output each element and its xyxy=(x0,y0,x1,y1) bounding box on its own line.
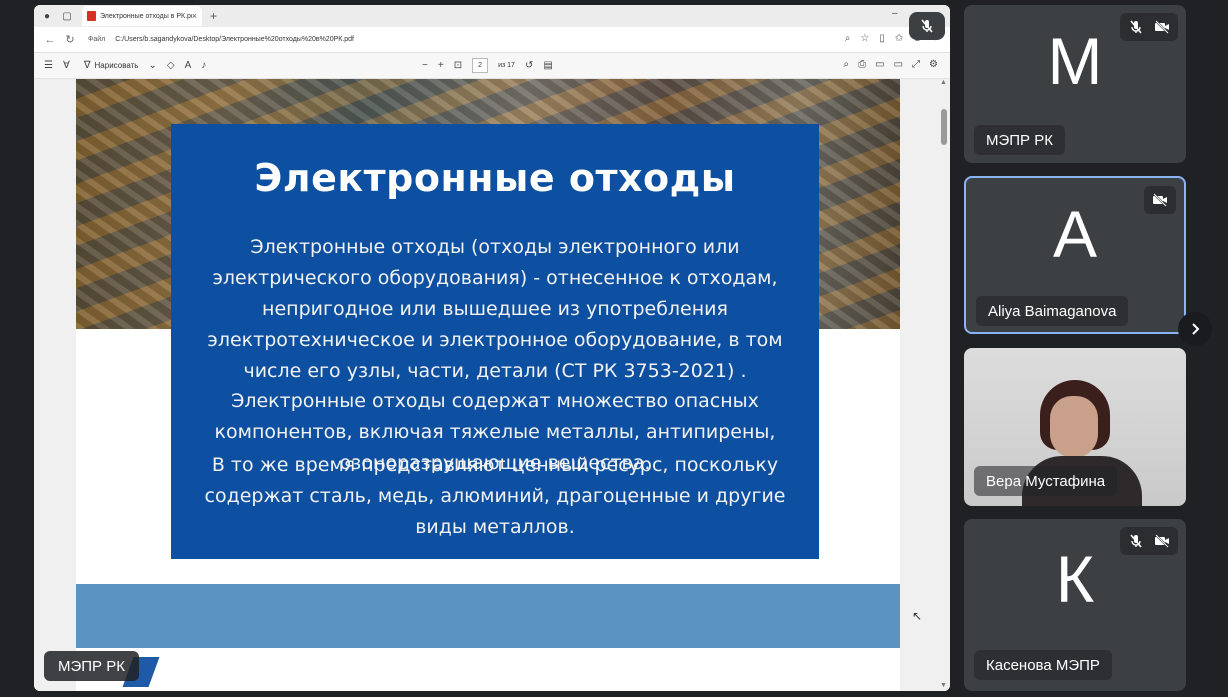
browser-tab[interactable]: Электронные отходы в РК.pdf × xyxy=(82,6,202,26)
browser-titlebar: ● ▢ Электронные отходы в РК.pdf × + – xyxy=(34,5,950,27)
slide-bottom-band xyxy=(76,584,900,648)
pdf-scrollbar[interactable]: ▲ ▼ xyxy=(938,79,950,691)
participant-name: Aliya Baimaganova xyxy=(976,296,1129,326)
page-number-input[interactable]: 2 xyxy=(472,58,489,73)
draw-label[interactable]: Нарисовать xyxy=(95,61,139,70)
erase-icon[interactable]: ◇ xyxy=(167,60,175,71)
slide-title: Электронные отходы xyxy=(254,156,736,200)
search-icon[interactable]: ⌕ xyxy=(844,59,850,70)
text-icon[interactable]: A xyxy=(185,60,192,71)
participant-name: Вера Мустафина xyxy=(974,466,1118,496)
presenter-name-label: МЭПР РК xyxy=(44,651,139,681)
back-icon[interactable]: ← xyxy=(40,34,60,46)
favorite-star-icon[interactable]: ☆ xyxy=(860,33,869,44)
shared-screen-browser: ● ▢ Электронные отходы в РК.pdf × + – ← … xyxy=(34,5,950,691)
save-icon[interactable]: ▭ xyxy=(875,59,884,70)
slide-text-panel: Электронные отходы Электронные отходы (о… xyxy=(171,124,819,559)
meeting-stage: ● ▢ Электронные отходы в РК.pdf × + – ← … xyxy=(0,0,1228,697)
draw-icon[interactable]: ∇ xyxy=(84,60,91,71)
fullscreen-icon[interactable]: ⤢ xyxy=(912,59,920,70)
new-tab-button[interactable]: + xyxy=(210,9,217,23)
pdf-toolbar: ☰ ∀ ∇ Нарисовать ⌄ ◇ A ♪ − + ⊡ 2 из 17 ↺… xyxy=(34,53,950,79)
tab-close-icon[interactable]: × xyxy=(192,11,197,21)
reload-icon[interactable]: ↻ xyxy=(60,33,80,46)
page-total-label: из 17 xyxy=(498,62,515,69)
participant-tile[interactable]: К Касенова МЭПР xyxy=(964,519,1186,691)
draw-dropdown-icon[interactable]: ⌄ xyxy=(148,60,156,71)
zoom-icon[interactable]: ⌕ xyxy=(845,33,851,44)
zoom-out-icon[interactable]: − xyxy=(422,60,428,71)
participant-avatar-initial: М xyxy=(1047,24,1103,98)
tab-title: Электронные отходы в РК.pdf xyxy=(100,12,192,20)
read-aloud-icon[interactable]: ♪ xyxy=(201,60,206,71)
url-input[interactable]: C:/Users/b.sagandykova/Desktop/Электронн… xyxy=(115,36,354,43)
participant-name: Касенова МЭПР xyxy=(974,650,1112,680)
settings-icon[interactable]: ⚙ xyxy=(929,59,938,70)
participant-face xyxy=(1050,396,1098,458)
url-scheme-label: Файл xyxy=(88,36,106,43)
participant-name: МЭПР РК xyxy=(974,125,1065,155)
next-participants-button[interactable] xyxy=(1178,312,1212,346)
scroll-up-icon[interactable]: ▲ xyxy=(940,79,947,86)
slide-paragraph-resources: В то же время представляют ценный ресурс… xyxy=(204,454,786,538)
print-icon[interactable]: ⎙ xyxy=(858,59,866,70)
presenter-mic-off-icon xyxy=(909,12,945,40)
minimize-icon[interactable]: – xyxy=(892,8,898,19)
pdf-file-icon xyxy=(87,11,96,21)
participant-avatar-initial: A xyxy=(1052,197,1098,271)
contents-icon[interactable]: ☰ xyxy=(44,60,53,71)
page-view-icon[interactable]: ▤ xyxy=(543,60,552,71)
slide-paragraph-definition: Электронные отходы (отходы электронного … xyxy=(207,236,783,382)
highlight-icon[interactable]: ∀ xyxy=(63,60,70,71)
address-bar: ← ↻ Файл C:/Users/b.sagandykova/Desktop/… xyxy=(34,27,950,53)
favorites-icon[interactable]: ✩ xyxy=(895,33,903,44)
fit-page-icon[interactable]: ⊡ xyxy=(454,60,462,71)
participant-avatar-initial: К xyxy=(1055,542,1095,616)
pdf-toolbar-right: ⌕ ⎙ ▭ ▭ ⤢ ⚙ xyxy=(844,59,938,70)
zoom-in-icon[interactable]: + xyxy=(438,60,444,71)
pdf-page-controls: − + ⊡ 2 из 17 ↺ ▤ xyxy=(422,58,553,73)
save-as-icon[interactable]: ▭ xyxy=(894,59,903,70)
chevron-right-icon xyxy=(1192,323,1200,335)
mouse-cursor-icon: ↖ xyxy=(912,609,923,623)
split-screen-icon[interactable]: ▯ xyxy=(879,33,885,44)
participant-tile-active[interactable]: A Aliya Baimaganova xyxy=(964,176,1186,334)
profile-icon[interactable]: ● xyxy=(40,9,54,23)
pdf-viewer[interactable]: Электронные отходы Электронные отходы (о… xyxy=(34,79,950,691)
participant-video-tile[interactable]: Вера Мустафина xyxy=(964,348,1186,506)
participant-tile[interactable]: М МЭПР РК xyxy=(964,5,1186,163)
pdf-page: Электронные отходы Электронные отходы (о… xyxy=(76,79,900,691)
rotate-icon[interactable]: ↺ xyxy=(525,60,533,71)
scroll-thumb[interactable] xyxy=(941,109,947,145)
tab-actions-icon[interactable]: ▢ xyxy=(60,9,74,23)
scroll-down-icon[interactable]: ▼ xyxy=(940,682,947,689)
